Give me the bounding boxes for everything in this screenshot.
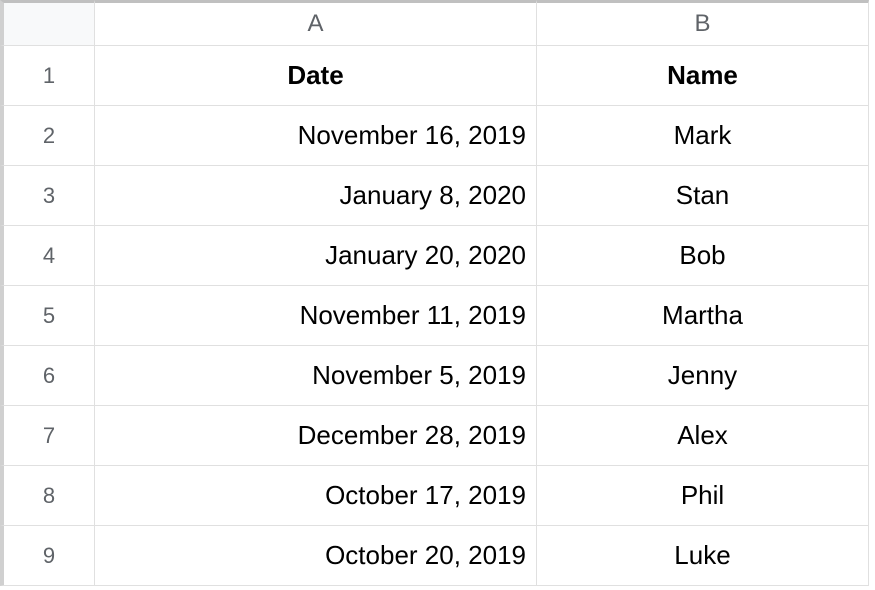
- cell-b2[interactable]: Mark: [537, 106, 869, 166]
- cell-b6[interactable]: Jenny: [537, 346, 869, 406]
- cell-a1[interactable]: Date: [95, 46, 537, 106]
- cell-b7[interactable]: Alex: [537, 406, 869, 466]
- cell-b3[interactable]: Stan: [537, 166, 869, 226]
- select-all-corner[interactable]: [0, 0, 95, 46]
- row-header-4[interactable]: 4: [0, 226, 95, 286]
- cell-b8[interactable]: Phil: [537, 466, 869, 526]
- cell-a3[interactable]: January 8, 2020: [95, 166, 537, 226]
- row-header-5[interactable]: 5: [0, 286, 95, 346]
- cell-a2[interactable]: November 16, 2019: [95, 106, 537, 166]
- cell-b4[interactable]: Bob: [537, 226, 869, 286]
- cell-a9[interactable]: October 20, 2019: [95, 526, 537, 586]
- cell-a4[interactable]: January 20, 2020: [95, 226, 537, 286]
- row-header-6[interactable]: 6: [0, 346, 95, 406]
- row-header-2[interactable]: 2: [0, 106, 95, 166]
- cell-a5[interactable]: November 11, 2019: [95, 286, 537, 346]
- row-header-1[interactable]: 1: [0, 46, 95, 106]
- row-header-3[interactable]: 3: [0, 166, 95, 226]
- cell-a7[interactable]: December 28, 2019: [95, 406, 537, 466]
- row-header-7[interactable]: 7: [0, 406, 95, 466]
- column-header-a[interactable]: A: [95, 0, 537, 46]
- spreadsheet-grid: A B 1 Date Name 2 November 16, 2019 Mark…: [0, 0, 875, 586]
- cell-b1[interactable]: Name: [537, 46, 869, 106]
- cell-a8[interactable]: October 17, 2019: [95, 466, 537, 526]
- column-header-b[interactable]: B: [537, 0, 869, 46]
- cell-b5[interactable]: Martha: [537, 286, 869, 346]
- cell-a6[interactable]: November 5, 2019: [95, 346, 537, 406]
- cell-b9[interactable]: Luke: [537, 526, 869, 586]
- row-header-8[interactable]: 8: [0, 466, 95, 526]
- row-header-9[interactable]: 9: [0, 526, 95, 586]
